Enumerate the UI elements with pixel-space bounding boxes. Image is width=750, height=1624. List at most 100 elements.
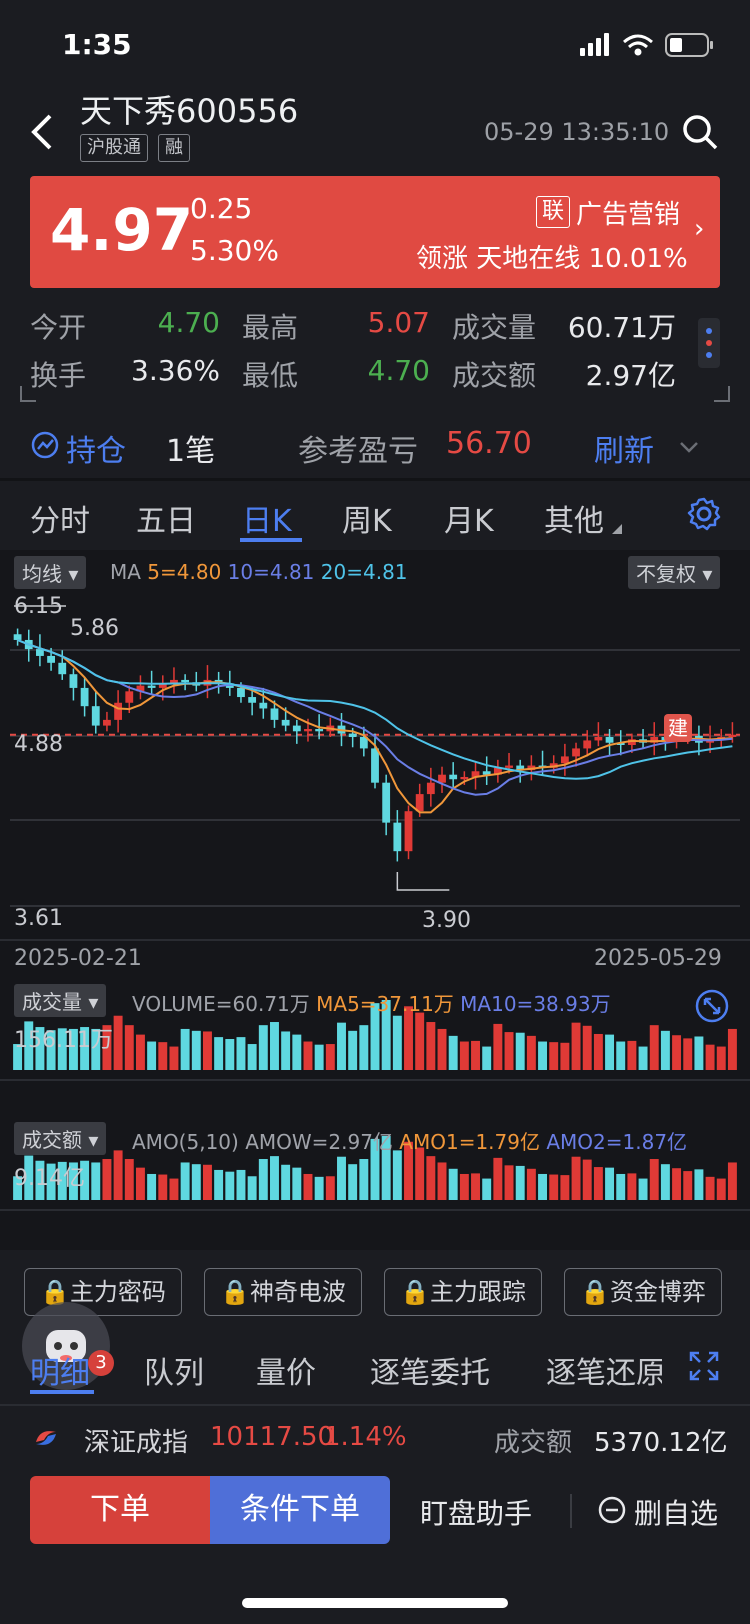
volume-selector[interactable]: 成交量 ▾ bbox=[14, 984, 107, 1017]
tab-five-day[interactable]: 五日 bbox=[136, 496, 196, 540]
volume-bar bbox=[359, 1025, 369, 1070]
open-label: 今开 bbox=[30, 311, 87, 344]
amount-bar bbox=[169, 1178, 179, 1200]
amount-selector[interactable]: 成交额 ▾ bbox=[14, 1122, 107, 1155]
tab-monthly-k[interactable]: 月K bbox=[444, 496, 494, 540]
build-position-badge[interactable]: 建 bbox=[664, 714, 692, 742]
amount-bar bbox=[571, 1156, 581, 1200]
candle-body bbox=[58, 662, 67, 675]
amount-bar bbox=[91, 1162, 101, 1200]
gear-icon[interactable] bbox=[686, 496, 722, 532]
volume-legend: VOLUME=60.71万 MA5=37.11万 MA10=38.93万 bbox=[132, 988, 611, 1017]
volume-bar bbox=[392, 1015, 402, 1070]
tab-order-by-order[interactable]: 逐笔委托 bbox=[370, 1348, 490, 1392]
amount-bar bbox=[493, 1157, 503, 1200]
watch-assistant-button[interactable]: 盯盘助手 bbox=[420, 1492, 532, 1532]
amount-bar bbox=[705, 1176, 715, 1200]
volume-bar bbox=[258, 1025, 268, 1070]
tab-daily-k[interactable]: 日K bbox=[242, 496, 292, 540]
tab-queue[interactable]: 队列 bbox=[144, 1348, 204, 1392]
stock-name: 天下秀 bbox=[80, 92, 177, 130]
turnover-label: 换手 bbox=[30, 359, 87, 392]
volume-bar bbox=[683, 1038, 693, 1070]
chevron-down-icon[interactable] bbox=[678, 436, 700, 458]
leader-pct: 10.01% bbox=[588, 244, 688, 274]
section-divider bbox=[0, 478, 750, 481]
amount-bar bbox=[314, 1176, 324, 1200]
capital-game-button[interactable]: 🔒资金博弈 bbox=[564, 1268, 722, 1316]
amount-bar bbox=[727, 1162, 737, 1200]
search-icon[interactable] bbox=[680, 112, 720, 152]
tab-volume-price[interactable]: 量价 bbox=[256, 1348, 316, 1392]
volume-bar bbox=[716, 1046, 726, 1070]
chevron-right-icon[interactable]: › bbox=[694, 214, 704, 244]
expand-icon[interactable] bbox=[694, 988, 730, 1024]
tab-weekly-k[interactable]: 周K bbox=[342, 496, 392, 540]
candle-body bbox=[91, 706, 100, 726]
volume-bar bbox=[448, 1035, 458, 1070]
amount-bar bbox=[102, 1159, 112, 1200]
amount-bar bbox=[627, 1173, 637, 1200]
tab-tick-restore[interactable]: 逐笔还原 bbox=[546, 1348, 662, 1392]
amount-bar bbox=[258, 1159, 268, 1200]
amow-value: AMOW=2.97亿 bbox=[245, 1130, 393, 1154]
main-force-tracking-button[interactable]: 🔒主力跟踪 bbox=[384, 1268, 542, 1316]
price-change-pct: 5.30% bbox=[190, 234, 279, 267]
amount-bar bbox=[683, 1171, 693, 1200]
tab-other[interactable]: 其他 bbox=[544, 496, 604, 540]
battery-icon bbox=[665, 33, 713, 57]
volume-ma5: MA5=37.11万 bbox=[316, 992, 454, 1016]
amount-bar bbox=[303, 1173, 313, 1200]
volume-bar bbox=[135, 1034, 145, 1070]
index-name[interactable]: 深证成指 bbox=[84, 1422, 188, 1459]
amount-bar bbox=[660, 1164, 670, 1200]
amount-bar bbox=[135, 1167, 145, 1200]
tab-detail[interactable]: 明细 bbox=[30, 1348, 90, 1392]
volume-bar bbox=[526, 1035, 536, 1070]
price-change: 0.25 bbox=[190, 192, 253, 225]
fullscreen-icon[interactable] bbox=[688, 1350, 720, 1382]
amount-bar bbox=[515, 1165, 525, 1200]
conditional-order-button[interactable]: 条件下单 bbox=[210, 1476, 390, 1544]
amount-bar bbox=[593, 1167, 603, 1200]
candle-body bbox=[69, 674, 78, 688]
candle-body bbox=[393, 822, 402, 852]
concept-name[interactable]: 广告营销 bbox=[576, 194, 680, 231]
status-time: 1:35 bbox=[62, 28, 132, 61]
amount-value: 2.97亿 bbox=[585, 359, 676, 392]
magic-wave-button[interactable]: 🔒神奇电波 bbox=[204, 1268, 362, 1316]
volume-bar bbox=[415, 1012, 425, 1070]
amount-bar bbox=[113, 1150, 123, 1200]
trend-icon bbox=[31, 431, 59, 459]
amount-bar bbox=[538, 1173, 548, 1200]
tag-shanghai-connect: 沪股通 bbox=[80, 134, 148, 162]
date-start: 2025-02-21 bbox=[14, 946, 142, 971]
low-label: 最低 bbox=[242, 359, 299, 392]
amount-bar bbox=[448, 1168, 458, 1200]
refresh-button[interactable]: 刷新 bbox=[594, 426, 654, 470]
remove-watchlist-button[interactable]: 删自选 bbox=[634, 1492, 718, 1532]
candle-body bbox=[438, 774, 446, 783]
more-dots-icon[interactable] bbox=[698, 318, 720, 368]
candle-body bbox=[404, 811, 413, 852]
back-icon[interactable] bbox=[24, 108, 64, 156]
order-button[interactable]: 下单 bbox=[30, 1476, 210, 1544]
tab-intraday[interactable]: 分时 bbox=[30, 496, 90, 540]
candle-body bbox=[460, 776, 469, 780]
amount-bar bbox=[415, 1147, 425, 1200]
volume-bar bbox=[158, 1042, 168, 1070]
amount-max-label: 9.14亿 bbox=[14, 1166, 85, 1191]
candle-body bbox=[281, 719, 290, 726]
candle-body bbox=[315, 729, 324, 732]
amount-bar bbox=[202, 1164, 212, 1200]
holdings-button[interactable]: 持仓 bbox=[66, 426, 126, 470]
amount-label: 成交额 bbox=[452, 359, 537, 392]
corner-triangle-icon bbox=[612, 524, 622, 534]
sector-leader: 领涨 天地在线 10.01% bbox=[416, 238, 688, 275]
signal-icon bbox=[580, 33, 609, 56]
volume-bar bbox=[538, 1041, 548, 1070]
candle-body bbox=[147, 685, 156, 688]
amount-bar bbox=[214, 1169, 224, 1200]
index-value: 10117.50 bbox=[210, 1422, 335, 1452]
candle-body bbox=[292, 725, 301, 732]
